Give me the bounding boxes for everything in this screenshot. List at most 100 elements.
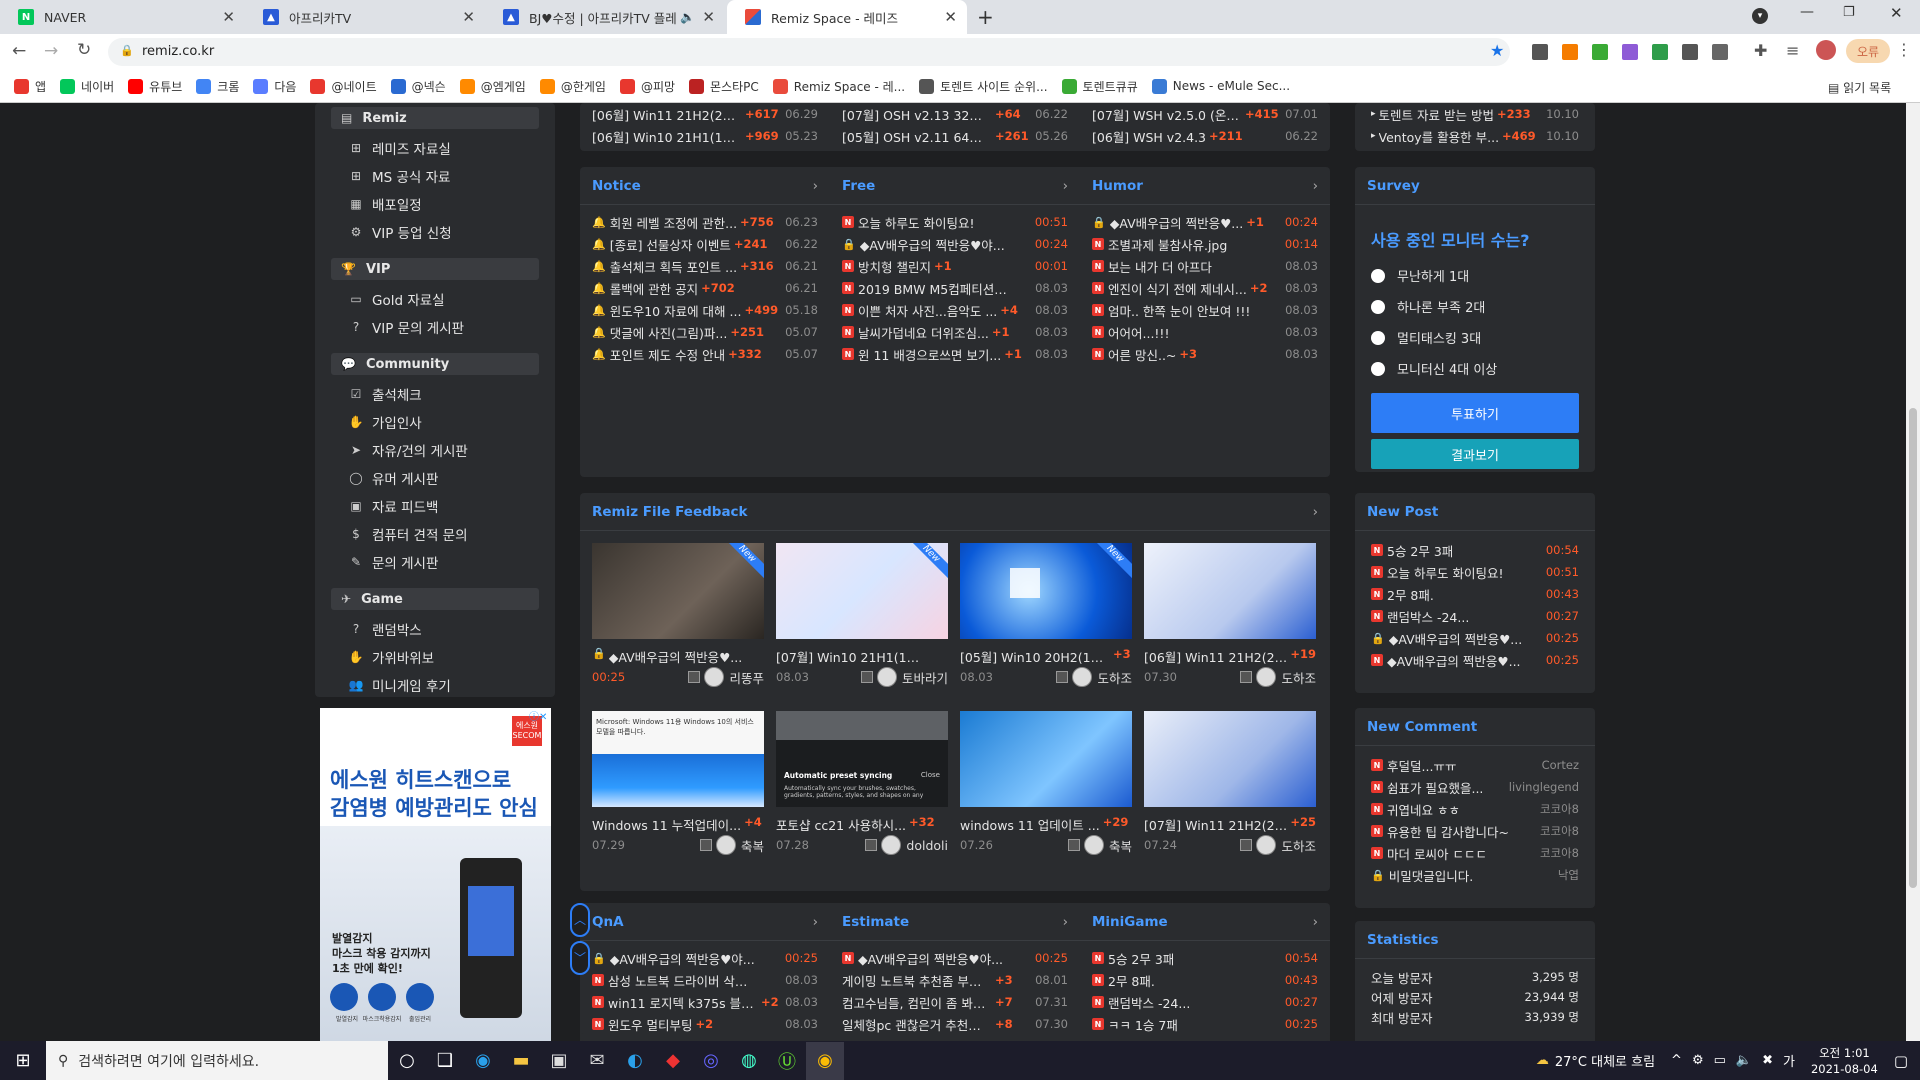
bookmark-item[interactable]: 앱: [14, 78, 46, 95]
list-item[interactable]: 🔔 윈도우10 자료에 대해 ... +499 05.18: [592, 299, 818, 321]
reload-icon[interactable]: ↻: [77, 40, 91, 60]
avatar[interactable]: [1816, 40, 1836, 60]
post-title[interactable]: 2무 8패.: [1387, 585, 1434, 604]
app-icon[interactable]: ◆: [654, 1042, 692, 1080]
ad-info-icon[interactable]: ⓘ✕: [529, 708, 547, 723]
post-title[interactable]: 출석체크 획득 포인트 ...: [610, 257, 737, 276]
forward-icon[interactable]: →: [44, 41, 58, 61]
chevron-right-icon[interactable]: ›: [1313, 914, 1318, 930]
author[interactable]: doldoli: [865, 835, 948, 855]
list-item[interactable]: N 어른 망신..~ +3 08.03: [1092, 343, 1318, 365]
back-icon[interactable]: ←: [12, 41, 26, 61]
post-title[interactable]: [07월] WSH v2.5.0 (온라...: [1092, 105, 1242, 124]
post-title[interactable]: 댓글에 사진(그림)파...: [610, 323, 728, 342]
sidebar-section-game[interactable]: ✈ Game: [331, 588, 539, 610]
post-title[interactable]: [05월] OSH v2.11 64비트 ...: [842, 127, 992, 146]
sidebar-item[interactable]: ▣ 자료 피드백: [347, 496, 438, 516]
thumbnail-caption[interactable]: [05월] Win10 20H2(190... +3: [960, 647, 1132, 666]
chevron-right-icon[interactable]: ›: [813, 914, 818, 930]
post-title[interactable]: 오늘 하루도 화이팅요!: [1387, 563, 1503, 582]
sidebar-item[interactable]: ✎ 문의 게시판: [347, 552, 438, 572]
bookmark-item[interactable]: @넥슨: [390, 78, 446, 95]
reading-list[interactable]: ▤ 읽기 목록: [1828, 79, 1891, 96]
list-item[interactable]: N ㅋㅋ 1승 7패 00:25: [1092, 1013, 1318, 1035]
list-item[interactable]: N 2무 8패. 00:43: [1092, 969, 1318, 991]
list-item[interactable]: 🔔 출석체크 획득 포인트 ... +316 06.21: [592, 255, 818, 277]
thumbnail-image[interactable]: [1144, 543, 1316, 639]
bookmark-item[interactable]: Remiz Space - 레...: [772, 78, 905, 95]
post-title[interactable]: ◆AV배우급의 쩍반응♥야...: [858, 949, 1003, 968]
post-title[interactable]: 윈 11 배경으로쓰면 보기...: [858, 345, 1001, 364]
post-title[interactable]: 엔진이 식기 전에 제네시...: [1108, 279, 1247, 298]
post-title[interactable]: 5승 2무 3패: [1387, 541, 1453, 560]
post-title[interactable]: ㅋㅋ 1승 7패: [1108, 1015, 1178, 1034]
notification-icon[interactable]: ▢: [1894, 1052, 1908, 1070]
post-title[interactable]: 오늘 하루도 화이팅요!: [858, 213, 974, 232]
thumbnail-image[interactable]: [1144, 711, 1316, 807]
post-title[interactable]: 윈도우10 자료에 대해 ...: [610, 301, 742, 320]
post-title[interactable]: ◆AV배우급의 쩍반응♥야...: [860, 235, 1005, 254]
thumbnail-caption[interactable]: [07월] Win10 21H1(19043.11...: [776, 647, 948, 666]
post-title[interactable]: 2무 8패.: [1108, 971, 1155, 990]
list-item[interactable]: N 윈 11 배경으로쓰면 보기... +1 08.03: [842, 343, 1068, 365]
app-icon[interactable]: ◐: [616, 1042, 654, 1080]
thumbnail-caption[interactable]: Windows 11 누적업데이... +4: [592, 815, 764, 834]
bookmark-item[interactable]: 유튜브: [128, 78, 182, 95]
bookmark-item[interactable]: @엠게임: [459, 78, 526, 95]
list-item[interactable]: 🔒 ◆AV배우급의 쩍반응♥야... 00:25: [592, 947, 818, 969]
list-item[interactable]: N 랜덤박스 -24... 00:27: [1371, 605, 1579, 627]
post-title[interactable]: 랜덤박스 -24...: [1108, 993, 1190, 1012]
list-item[interactable]: ▸ Ventoy를 활용한 부... +469 10.10: [1371, 125, 1579, 147]
vote-button[interactable]: 투표하기: [1371, 393, 1579, 433]
feedback-header[interactable]: Remiz File Feedback ›: [580, 493, 1330, 531]
mail-icon[interactable]: ✉: [578, 1042, 616, 1080]
sidebar-item[interactable]: ➤ 자유/건의 게시판: [347, 440, 468, 460]
scrollbar-thumb[interactable]: [1909, 408, 1917, 888]
list-item[interactable]: 🔔 회원 레벨 조정에 관한... +756 06.23: [592, 211, 818, 233]
radio-button[interactable]: [1371, 361, 1385, 376]
bookmark-item[interactable]: @피망: [619, 78, 675, 95]
post-title[interactable]: [06월] WSH v2.4.3: [1092, 127, 1206, 146]
list-item[interactable]: 🔔 포인트 제도 수정 안내 +332 05.07: [592, 343, 818, 365]
list-item[interactable]: Nwin11 로지텍 k375s 블루... +2 08.03: [592, 991, 818, 1013]
list-item[interactable]: N 조별과제 불참사유.jpg 00:14: [1092, 233, 1318, 255]
author[interactable]: 축복: [699, 835, 764, 855]
security-icon[interactable]: ⚙: [1692, 1053, 1704, 1068]
bookmark-star-icon[interactable]: ★: [1490, 41, 1504, 60]
sidebar-item[interactable]: ▦ 배포일정: [347, 194, 421, 214]
list-item[interactable]: N 오늘 하루도 화이팅요! 00:51: [842, 211, 1068, 233]
survey-option[interactable]: 멀티태스킹 3대: [1371, 328, 1481, 347]
list-item[interactable]: N 방치형 챌린지 +1 00:01: [842, 255, 1068, 277]
list-item[interactable]: 🔔 [종료] 선물상자 이벤트 +241 06.22: [592, 233, 818, 255]
post-title[interactable]: 게이밍 노트북 추천좀 부탁...: [842, 971, 992, 990]
ad-banner[interactable]: 에스원 SECOM ⓘ✕ 에스원 히트스캔으로 감염병 예방관리도 안심 발열감…: [320, 708, 551, 1041]
list-item[interactable]: [06월] Win10 21H1(1904... +969 05.23: [592, 125, 818, 147]
sidebar-section-vip[interactable]: 🏆 VIP: [331, 258, 539, 280]
post-title[interactable]: 2019 BMW M5컴페티션을 ...: [858, 279, 1008, 298]
extension-icon[interactable]: [1622, 44, 1638, 60]
list-item[interactable]: N 5승 2무 3패 00:54: [1092, 947, 1318, 969]
weather-text[interactable]: 27°C 대체로 흐림: [1555, 1051, 1655, 1070]
post-title[interactable]: 회원 레벨 조정에 관한...: [610, 213, 737, 232]
extension-icon[interactable]: [1532, 44, 1548, 60]
list-item[interactable]: [07월] OSH v2.13 32비트 (...+64 06.22: [842, 103, 1068, 125]
radio-button[interactable]: [1371, 299, 1385, 314]
chevron-right-icon[interactable]: ›: [1313, 504, 1318, 520]
board-header[interactable]: Humor ›: [1080, 167, 1330, 205]
post-title[interactable]: 이쁜 처자 사진...음악도 ...: [858, 301, 997, 320]
bookmark-item[interactable]: @한게임: [539, 78, 606, 95]
post-title[interactable]: 쉼표가 필요했을...: [1387, 778, 1483, 797]
author[interactable]: 축복: [1067, 835, 1132, 855]
sidebar-section-community[interactable]: 💬 Community: [331, 353, 539, 375]
list-item[interactable]: 일체형pc 괜찮은거 추천좀 ... +8 07.30: [842, 1013, 1068, 1035]
post-title[interactable]: ◆AV배우급의 쩍반응♥...: [1387, 651, 1521, 670]
close-icon[interactable]: ✕: [462, 8, 475, 26]
author[interactable]: 리똥푸: [688, 667, 764, 687]
thumbnail-image[interactable]: New: [960, 543, 1132, 639]
post-title[interactable]: 방치형 챌린지: [858, 257, 931, 276]
list-item[interactable]: 🔒 ◆AV배우급의 쩍반응♥... +1 00:24: [1092, 211, 1318, 233]
post-title[interactable]: 삼성 노트북 드라이버 삭제 ...: [608, 971, 758, 990]
board-header[interactable]: Notice ›: [580, 167, 830, 205]
lock-icon[interactable]: 🔒: [120, 44, 134, 57]
list-item[interactable]: 🔒 비밀댓글입니다. 낙엽: [1371, 864, 1579, 886]
